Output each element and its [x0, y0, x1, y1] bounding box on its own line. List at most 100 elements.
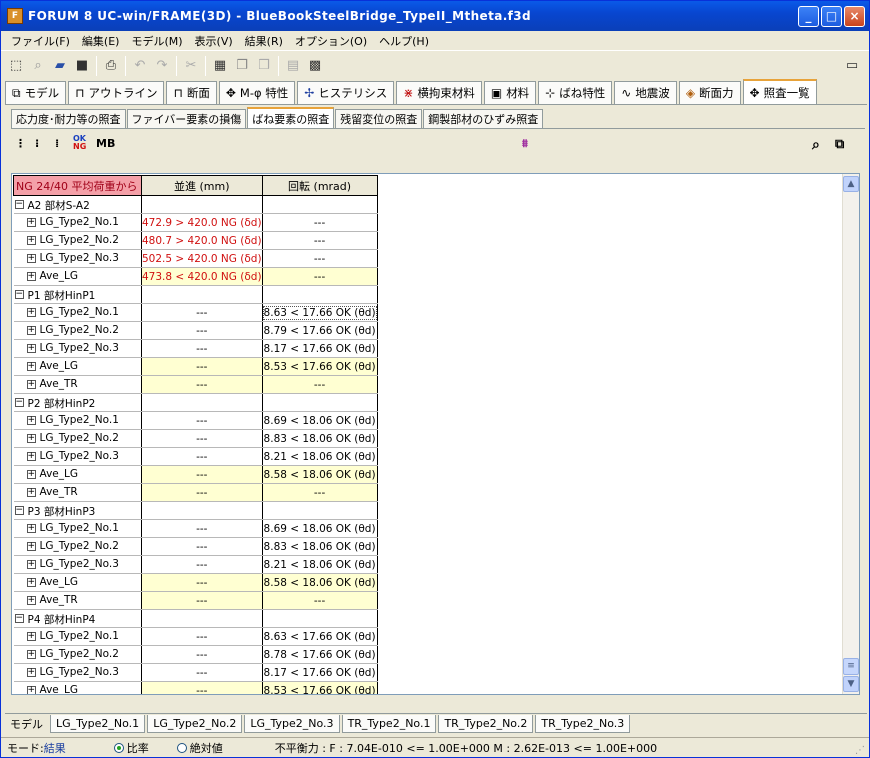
row-name-cell[interactable]: + LG_Type2_No.3	[13, 555, 142, 574]
subtab-steel-strain[interactable]: 鋼製部材のひずみ照査	[423, 109, 544, 128]
translation-cell[interactable]: ---	[141, 591, 263, 610]
close-button[interactable]: ×	[844, 6, 865, 27]
menu-model[interactable]: モデル(M)	[125, 33, 188, 49]
expand-icon[interactable]: +	[26, 596, 36, 605]
table-row[interactable]: + LG_Type2_No.3 502.5 > 420.0 NG (δd) ---	[13, 249, 378, 268]
collapse-icon[interactable]: −	[14, 614, 24, 623]
row-name-cell[interactable]: + Ave_TR	[13, 483, 142, 502]
rotation-cell[interactable]: ---	[262, 249, 378, 268]
tab-confinement[interactable]: ⋇ 横拘束材料	[396, 81, 482, 104]
rotation-cell[interactable]: 8.53 < 17.66 OK (θd)	[262, 681, 378, 694]
rotation-cell[interactable]: 8.17 < 17.66 OK (θd)	[262, 663, 378, 682]
menu-view[interactable]: 表示(V)	[189, 33, 239, 49]
table-row[interactable]: + LG_Type2_No.2 --- 8.79 < 17.66 OK (θd)	[13, 321, 378, 340]
menu-edit[interactable]: 編集(E)	[76, 33, 126, 49]
collapse-icon[interactable]: −	[14, 398, 24, 407]
translation-cell[interactable]: ---	[141, 411, 263, 430]
ok-ng-toggle[interactable]: OK NG	[73, 135, 86, 151]
table-row[interactable]: + LG_Type2_No.1 --- 8.63 < 17.66 OK (θd)	[13, 303, 378, 322]
expand-icon[interactable]: +	[26, 344, 36, 353]
expand-icon[interactable]: +	[26, 236, 36, 245]
preview-icon[interactable]: ⌕	[812, 137, 820, 153]
undo-icon[interactable]: ↶	[129, 55, 151, 77]
translation-cell[interactable]: 480.7 > 420.0 NG (δd)	[141, 231, 263, 250]
translation-cell[interactable]: ---	[141, 429, 263, 448]
expand-icon[interactable]: +	[26, 650, 36, 659]
translation-cell[interactable]	[141, 393, 263, 412]
rotation-cell[interactable]: ---	[262, 375, 378, 394]
rotation-cell[interactable]	[262, 501, 378, 520]
rotation-cell[interactable]: 8.78 < 17.66 OK (θd)	[262, 645, 378, 664]
group-row[interactable]: − P4 部材HinP4	[13, 609, 378, 628]
header-translation[interactable]: 並進 (mm)	[141, 175, 263, 196]
redo-icon[interactable]: ↷	[151, 55, 173, 77]
case-tab-tr3[interactable]: TR_Type2_No.3	[535, 715, 631, 733]
tab-check-list[interactable]: ✥ 照査一覧	[742, 79, 817, 104]
rotation-cell[interactable]: ---	[262, 213, 378, 232]
translation-cell[interactable]	[141, 195, 263, 214]
expand-icon[interactable]: +	[26, 578, 36, 587]
tab-spring[interactable]: ⊹ ばね特性	[538, 81, 613, 104]
row-name-cell[interactable]: − P1 部材HinP1	[13, 285, 142, 304]
row-name-cell[interactable]: + Ave_TR	[13, 591, 142, 610]
translation-cell[interactable]: ---	[141, 519, 263, 538]
collapse-icon[interactable]: −	[14, 506, 24, 515]
case-tab-model[interactable]: モデル	[5, 715, 48, 733]
rotation-cell[interactable]: 8.83 < 18.06 OK (θd)	[262, 537, 378, 556]
row-name-cell[interactable]: − P4 部材HinP4	[13, 609, 142, 628]
table-row[interactable]: + LG_Type2_No.1 --- 8.69 < 18.06 OK (θd)	[13, 519, 378, 538]
save-icon[interactable]: ■	[71, 55, 93, 77]
translation-cell[interactable]: ---	[141, 303, 263, 322]
translation-cell[interactable]	[141, 501, 263, 520]
expand-icon[interactable]: +	[26, 218, 36, 227]
row-name-cell[interactable]: + LG_Type2_No.2	[13, 321, 142, 340]
table-row[interactable]: + LG_Type2_No.3 --- 8.17 < 17.66 OK (θd)	[13, 663, 378, 682]
tree-level2-icon[interactable]: ⁝	[35, 137, 39, 150]
paste-icon[interactable]: ❒	[253, 55, 275, 77]
check-result-grid[interactable]: NG 24/40 平均荷重から 並進 (mm) 回転 (mrad) − A2 部材…	[11, 173, 860, 695]
expand-icon[interactable]: +	[26, 632, 36, 641]
translation-cell[interactable]: ---	[141, 339, 263, 358]
row-name-cell[interactable]: − A2 部材S-A2	[13, 195, 142, 214]
menu-option[interactable]: オプション(O)	[289, 33, 373, 49]
open-folder-icon[interactable]: ▰	[49, 55, 71, 77]
header-ng-summary[interactable]: NG 24/40 平均荷重から	[13, 175, 142, 196]
expand-icon[interactable]: +	[26, 326, 36, 335]
zoom-icon[interactable]: ⌕	[27, 55, 49, 77]
translation-cell[interactable]	[141, 609, 263, 628]
group-row[interactable]: − A2 部材S-A2	[13, 195, 378, 214]
expand-icon[interactable]: +	[26, 560, 36, 569]
expand-icon[interactable]: +	[26, 524, 36, 533]
table-row[interactable]: + LG_Type2_No.2 --- 8.78 < 17.66 OK (θd)	[13, 645, 378, 664]
rotation-cell[interactable]: 8.21 < 18.06 OK (θd)	[262, 555, 378, 574]
tab-material[interactable]: ▣ 材料	[483, 81, 537, 104]
tree-level3-icon[interactable]: ⁞	[55, 137, 59, 150]
tab-hysteresis[interactable]: ✢ ヒステリシス	[297, 81, 395, 104]
table-row[interactable]: + Ave_LG 473.8 < 420.0 NG (δd) ---	[13, 267, 378, 286]
case-tab-lg3[interactable]: LG_Type2_No.3	[244, 715, 340, 733]
row-name-cell[interactable]: + Ave_LG	[13, 681, 142, 694]
rotation-cell[interactable]: ---	[262, 267, 378, 286]
rotation-cell[interactable]: 8.69 < 18.06 OK (θd)	[262, 411, 378, 430]
translation-cell[interactable]: ---	[141, 465, 263, 484]
row-name-cell[interactable]: + LG_Type2_No.1	[13, 519, 142, 538]
translation-cell[interactable]: ---	[141, 375, 263, 394]
expand-icon[interactable]: +	[26, 542, 36, 551]
scroll-down-icon[interactable]: ▼	[843, 676, 859, 692]
subtab-residual-displacement[interactable]: 残留変位の照査	[335, 109, 423, 128]
translation-cell[interactable]: ---	[141, 447, 263, 466]
scroll-up-icon[interactable]: ▲	[843, 176, 859, 192]
row-name-cell[interactable]: + LG_Type2_No.2	[13, 429, 142, 448]
menu-result[interactable]: 結果(R)	[239, 33, 289, 49]
table-row[interactable]: + Ave_TR --- ---	[13, 375, 378, 394]
table-row[interactable]: + Ave_LG --- 8.58 < 18.06 OK (θd)	[13, 465, 378, 484]
row-name-cell[interactable]: − P2 部材HinP2	[13, 393, 142, 412]
rotation-cell[interactable]: 8.53 < 17.66 OK (θd)	[262, 357, 378, 376]
table-row[interactable]: + Ave_LG --- 8.58 < 18.06 OK (θd)	[13, 573, 378, 592]
tab-seismic-wave[interactable]: ∿ 地震波	[614, 81, 677, 104]
table-row[interactable]: + Ave_TR --- ---	[13, 483, 378, 502]
tab-section[interactable]: ⊓ 断面	[166, 81, 217, 104]
copy-icon[interactable]: ❐	[231, 55, 253, 77]
expand-icon[interactable]: +	[26, 362, 36, 371]
rotation-cell[interactable]	[262, 195, 378, 214]
